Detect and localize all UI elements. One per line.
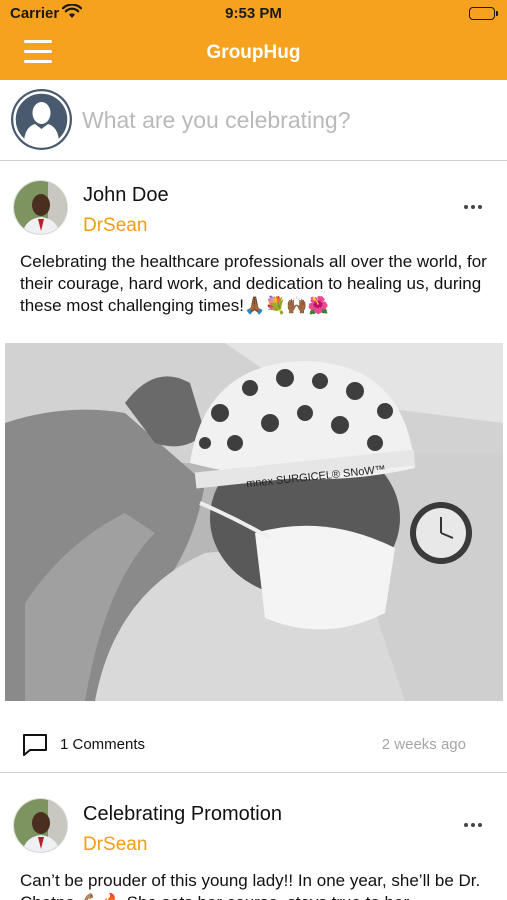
comment-icon[interactable] bbox=[22, 733, 48, 757]
status-bar: Carrier 9:53 PM bbox=[0, 0, 507, 28]
post-card: Celebrating Promotion DrSean Can’t be pr… bbox=[0, 774, 507, 900]
nav-bar: GroupHug bbox=[0, 28, 507, 80]
status-time: 9:53 PM bbox=[225, 5, 282, 22]
more-options-icon[interactable] bbox=[464, 814, 494, 827]
post-card: John Doe DrSean Celebrating the healthca… bbox=[0, 162, 507, 773]
author-name: Celebrating Promotion bbox=[83, 803, 282, 825]
author-handle[interactable]: DrSean bbox=[83, 215, 147, 237]
post-timestamp: 2 weeks ago bbox=[381, 736, 466, 753]
comments-count-link[interactable]: 1 Comments bbox=[60, 736, 145, 753]
author-avatar[interactable] bbox=[13, 180, 68, 235]
author-avatar[interactable] bbox=[13, 798, 68, 853]
user-avatar-placeholder-icon[interactable] bbox=[11, 89, 72, 150]
composer-input[interactable]: What are you celebrating? bbox=[82, 107, 351, 134]
more-options-icon[interactable] bbox=[464, 196, 494, 209]
post-footer: 1 Comments 2 weeks ago bbox=[0, 730, 507, 760]
post-text: Can’t be prouder of this young lady!! In… bbox=[20, 871, 481, 900]
battery-icon bbox=[469, 7, 498, 20]
post-text: Celebrating the healthcare professionals… bbox=[20, 252, 487, 315]
post-composer: What are you celebrating? bbox=[0, 80, 507, 161]
app-title: GroupHug bbox=[206, 42, 301, 63]
post-photo[interactable]: mnex SURGICEL® SNoW™ bbox=[5, 343, 503, 701]
author-name: John Doe bbox=[83, 184, 169, 206]
author-handle[interactable]: DrSean bbox=[83, 834, 147, 856]
